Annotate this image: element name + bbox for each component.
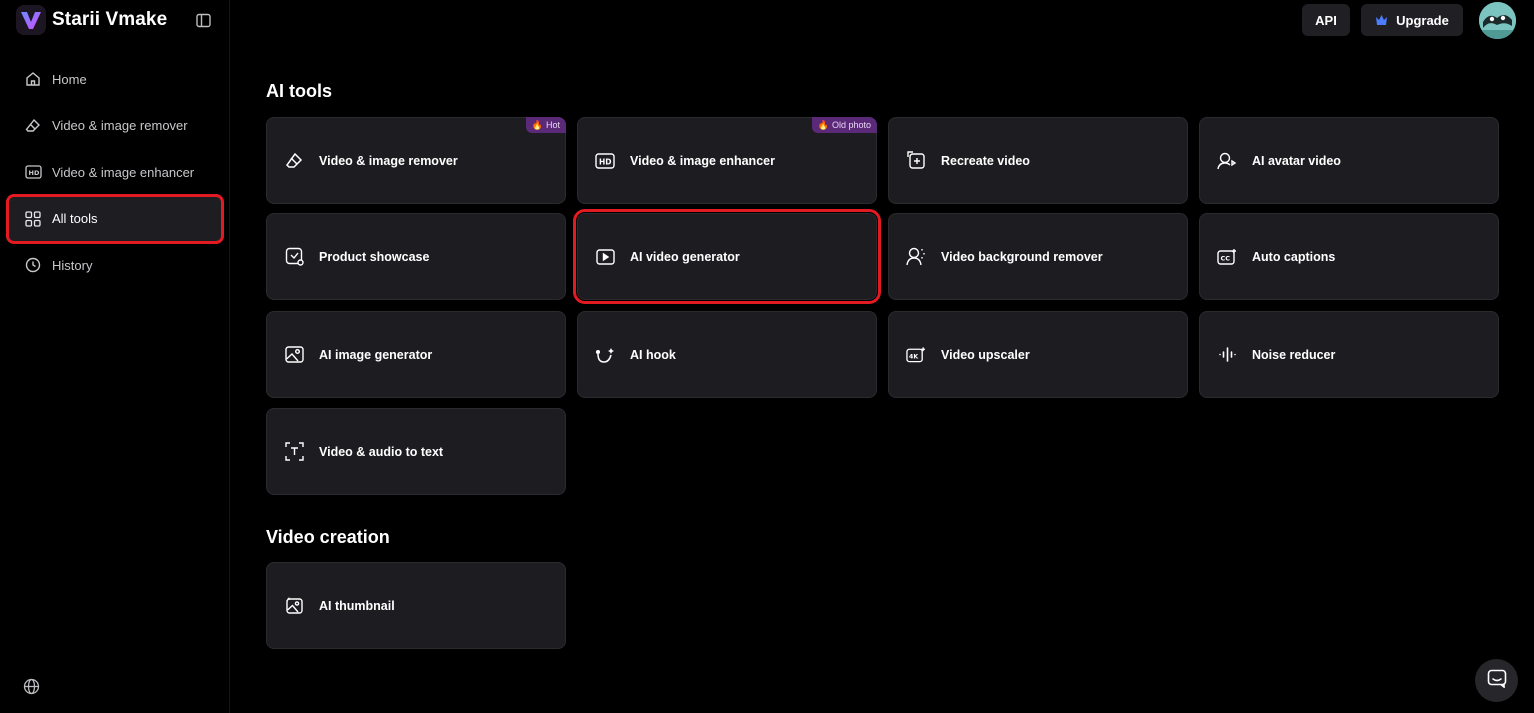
text-extract-icon: [284, 442, 304, 462]
upgrade-button-label: Upgrade: [1396, 12, 1449, 28]
tool-card-label: AI avatar video: [1252, 153, 1341, 168]
tool-card-label: Auto captions: [1252, 249, 1336, 264]
tool-card-video-image-enhancer[interactable]: 🔥 Old photo HD Video & image enhancer: [577, 117, 877, 204]
cc-icon: CC: [1217, 247, 1237, 267]
globe-icon[interactable]: [23, 678, 42, 697]
avatar[interactable]: [1479, 2, 1516, 39]
tool-card-label: Video & image remover: [319, 153, 458, 168]
sidebar-item-label: History: [52, 257, 93, 273]
tool-card-label: Video & audio to text: [319, 444, 444, 459]
svg-text:HD: HD: [599, 157, 612, 166]
tool-card-video-background-remover[interactable]: Video background remover: [888, 213, 1188, 300]
chat-support-button[interactable]: [1475, 659, 1518, 702]
tool-card-ai-thumbnail[interactable]: AI thumbnail: [266, 562, 566, 649]
image-icon: [284, 345, 304, 365]
tool-card-video-image-remover[interactable]: 🔥 Hot Video & image remover: [266, 117, 566, 204]
tool-card-ai-image-generator[interactable]: AI image generator: [266, 311, 566, 398]
home-icon: [24, 70, 42, 88]
old-photo-badge: 🔥 Old photo: [811, 117, 877, 133]
app-logo-icon: [16, 5, 46, 35]
sidebar-item-home[interactable]: Home: [8, 56, 222, 102]
tool-card-label: Video & image enhancer: [630, 153, 775, 168]
person-remove-icon: [906, 247, 926, 267]
brand[interactable]: Starii Vmake: [16, 5, 167, 35]
svg-text:4K: 4K: [909, 353, 918, 360]
waveform-icon: [1217, 345, 1237, 365]
sidebar: Starii Vmake Home Video & image remover …: [0, 0, 230, 713]
recreate-icon: [906, 151, 926, 171]
sidebar-item-video-image-enhancer[interactable]: HD Video & image enhancer: [8, 149, 222, 195]
sidebar-item-history[interactable]: History: [8, 242, 222, 288]
tool-card-label: Product showcase: [319, 249, 430, 264]
play-icon: [595, 247, 615, 267]
section-title-video-creation: Video creation: [266, 527, 390, 547]
tool-card-recreate-video[interactable]: Recreate video: [888, 117, 1188, 204]
tool-card-label: Recreate video: [941, 153, 1030, 168]
tool-card-video-upscaler[interactable]: 4K Video upscaler: [888, 311, 1188, 398]
tool-card-ai-avatar-video[interactable]: AI avatar video: [1199, 117, 1499, 204]
tool-card-product-showcase[interactable]: Product showcase: [266, 213, 566, 300]
eraser-icon: [284, 151, 304, 171]
sidebar-collapse-icon[interactable]: [194, 11, 212, 29]
thumbnail-icon: [284, 596, 304, 616]
tool-card-label: AI image generator: [319, 347, 433, 362]
tool-card-ai-video-generator[interactable]: AI video generator: [573, 209, 881, 304]
hd-icon: HD: [595, 151, 615, 171]
api-button[interactable]: API: [1302, 4, 1350, 36]
section-title-ai-tools: AI tools: [266, 81, 332, 101]
hook-icon: [595, 345, 615, 365]
api-button-label: API: [1315, 12, 1337, 28]
hot-badge: 🔥 Hot: [525, 117, 566, 133]
fire-icon: 🔥: [531, 119, 543, 130]
tool-card-label: AI hook: [630, 347, 676, 362]
tool-card-noise-reducer[interactable]: Noise reducer: [1199, 311, 1499, 398]
tool-card-ai-hook[interactable]: AI hook: [577, 311, 877, 398]
svg-text:CC: CC: [1221, 254, 1231, 262]
crown-icon: [1375, 14, 1388, 26]
sidebar-item-label: All tools: [52, 211, 98, 226]
sidebar-item-label: Video & image remover: [52, 118, 188, 133]
sidebar-item-label: Home: [52, 71, 87, 87]
tool-card-label: Video background remover: [941, 249, 1103, 264]
eraser-icon: [24, 117, 42, 135]
tool-card-label: Noise reducer: [1252, 347, 1336, 362]
4k-icon: 4K: [906, 345, 926, 365]
tool-card-label: Video upscaler: [941, 347, 1030, 362]
fire-icon: 🔥: [817, 119, 829, 130]
product-icon: [284, 247, 304, 267]
tool-card-auto-captions[interactable]: CC Auto captions: [1199, 213, 1499, 300]
upgrade-button[interactable]: Upgrade: [1361, 4, 1463, 36]
grid-icon: [24, 210, 42, 228]
hd-icon: HD: [24, 163, 42, 181]
sidebar-nav: Home Video & image remover HD Video & im…: [6, 56, 224, 289]
app-name: Starii Vmake: [52, 9, 168, 30]
avatar-icon: [1217, 151, 1237, 171]
sidebar-item-video-image-remover[interactable]: Video & image remover: [8, 103, 222, 149]
tool-card-label: AI thumbnail: [319, 598, 395, 613]
clock-icon: [24, 256, 42, 274]
sidebar-item-all-tools[interactable]: All tools: [6, 193, 224, 244]
tool-card-label: AI video generator: [630, 249, 740, 264]
svg-text:HD: HD: [28, 169, 39, 177]
tool-card-video-audio-to-text[interactable]: Video & audio to text: [266, 408, 566, 495]
chat-icon: [1487, 669, 1507, 693]
sidebar-item-label: Video & image enhancer: [52, 164, 195, 180]
